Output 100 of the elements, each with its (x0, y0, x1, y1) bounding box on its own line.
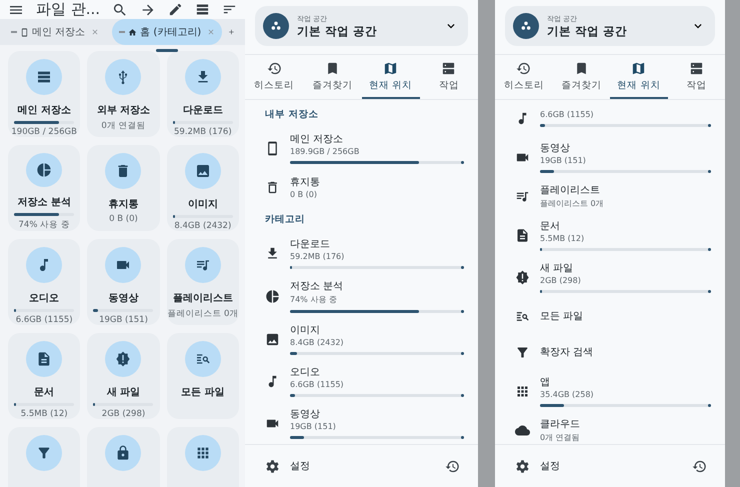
item-title[interactable]: 오디오 (290, 365, 464, 379)
download-icon (265, 246, 280, 260)
pie-chart-icon (265, 288, 280, 304)
filter-icon (515, 344, 530, 360)
card-title: 메인 저장소 (17, 104, 71, 117)
card-title: 오디오 (29, 292, 60, 305)
category-card[interactable]: 모든 파일 (166, 333, 239, 419)
filter-icon (36, 445, 52, 461)
category-card[interactable]: 저장소 분석 74% 사용 중 (8, 145, 80, 231)
item-title[interactable]: 다운로드 (290, 237, 464, 251)
category-card[interactable] (87, 427, 160, 487)
category-card[interactable]: 다운로드 59.2MB (176) (166, 51, 239, 137)
item-title[interactable]: 이미지 (290, 323, 464, 337)
item-title[interactable]: 클라우드 (540, 417, 711, 431)
card-subtitle: 0 B (0) (109, 214, 138, 224)
card-title: 다운로드 (182, 104, 223, 117)
drawer-tab[interactable]: 히스토리 (245, 55, 304, 99)
tasks-icon (441, 61, 456, 76)
item-title[interactable]: 플레이리스트 (540, 183, 711, 197)
card-title: 플레이리스트 (172, 292, 233, 305)
search-icon (112, 2, 128, 18)
item-title[interactable]: 문서 (540, 219, 711, 233)
card-title: 외부 저장소 (96, 104, 150, 117)
tasks-icon (688, 61, 704, 76)
card-title: 동영상 (108, 292, 138, 305)
item-subtitle: 플레이리스트 0개 (540, 198, 605, 209)
item-subtitle: 0개 연결됨 (540, 432, 581, 443)
settings-button[interactable]: 설정 (540, 459, 682, 473)
item-title[interactable]: 저장소 분석 (290, 279, 464, 293)
category-card[interactable]: 외부 저장소 0개 연결됨 (87, 51, 160, 137)
map-icon (631, 61, 646, 76)
category-card[interactable]: 오디오 6.6GB (1155) (8, 239, 80, 325)
image-icon (265, 332, 280, 346)
item-subtitle: 59.2MB (176) (290, 252, 346, 261)
item-subtitle: 5.5MB (12) (540, 234, 586, 243)
item-subtitle: 74% 사용 중 (290, 294, 338, 305)
settings-button[interactable]: 설정 (290, 459, 435, 473)
drawer-tab[interactable]: 작업 (420, 55, 478, 99)
phone-icon (20, 28, 29, 36)
document-icon (515, 228, 530, 242)
map-icon (383, 61, 398, 76)
drawer-tab[interactable]: 즐겨찾기 (552, 55, 610, 99)
history-icon (266, 61, 282, 76)
lock-icon (115, 445, 132, 461)
grid-icon (194, 445, 211, 461)
category-card[interactable]: 플레이리스트 플레이리스트 0개 (166, 239, 239, 325)
category-card[interactable]: 동영상 19GB (151) (87, 239, 160, 325)
item-title[interactable]: 동영상 (290, 407, 464, 421)
list-view-icon (195, 2, 210, 17)
item-title[interactable]: 메인 저장소 (290, 132, 464, 146)
item-title[interactable]: 동영상 (540, 141, 711, 155)
item-subtitle: 6.6GB (1155) (540, 110, 595, 118)
card-subtitle: 플레이리스트 0개 (167, 308, 238, 320)
card-title: 새 파일 (106, 386, 140, 399)
item-subtitle: 19GB (151) (540, 156, 587, 165)
drawer-tab[interactable]: 즐겨찾기 (303, 55, 362, 99)
card-subtitle: 2GB (298) (102, 409, 146, 419)
card-subtitle: 74% 사용 중 (18, 219, 70, 231)
card-subtitle: 8.4GB (2432) (174, 221, 232, 231)
category-card[interactable]: 새 파일 2GB (298) (87, 333, 160, 419)
settings-icon (515, 458, 530, 474)
card-subtitle: 6.6GB (1155) (16, 315, 73, 325)
item-title[interactable]: 모든 파일 (540, 309, 711, 323)
card-subtitle: 0개 연결됨 (101, 120, 146, 132)
drawer-tab[interactable]: 현재 위치 (362, 55, 420, 99)
history-icon (516, 61, 532, 76)
item-title[interactable]: 새 파일 (540, 261, 711, 275)
settings-icon (265, 458, 280, 474)
category-card[interactable]: 휴지통 0 B (0) (87, 145, 160, 231)
category-card[interactable]: 이미지 8.4GB (2432) (166, 145, 239, 231)
alert-badge-icon (115, 351, 132, 367)
workspace-name: 기본 작업 공간 (547, 24, 628, 38)
image-icon (194, 163, 211, 179)
cloud-icon (515, 422, 530, 438)
item-subtitle: 0 B (0) (290, 190, 318, 199)
card-title: 문서 (34, 386, 54, 399)
trash-icon (265, 180, 280, 194)
grid-icon (515, 384, 530, 398)
drawer-tab[interactable]: 작업 (668, 55, 725, 99)
drawer-tab[interactable]: 현재 위치 (610, 55, 668, 99)
history-icon (445, 458, 460, 474)
workspace-name: 기본 작업 공간 (297, 24, 378, 38)
app-title: 파일 관... (36, 0, 100, 19)
storage-icon (36, 69, 52, 85)
home-icon (128, 28, 138, 36)
category-card[interactable]: 문서 5.5MB (12) (8, 333, 80, 419)
drawer-tab[interactable]: 히스토리 (495, 55, 552, 99)
pie-chart-icon (36, 162, 52, 178)
item-title[interactable]: 확장자 검색 (540, 345, 711, 359)
item-title[interactable]: 앱 (540, 375, 711, 389)
category-card[interactable]: 메인 저장소 190GB / 256GB (8, 51, 80, 137)
history-icon (692, 458, 707, 474)
card-subtitle: 19GB (151) (99, 315, 148, 325)
item-title[interactable]: 휴지통 (290, 175, 464, 189)
document-icon (36, 351, 52, 367)
card-title: 모든 파일 (181, 386, 225, 399)
alert-badge-icon (515, 270, 530, 284)
item-subtitle: 35.4GB (258) (540, 390, 595, 399)
item-subtitle: 189.9GB / 256GB (290, 147, 360, 156)
file-tab[interactable]: 메인 저장소 (4, 19, 106, 45)
